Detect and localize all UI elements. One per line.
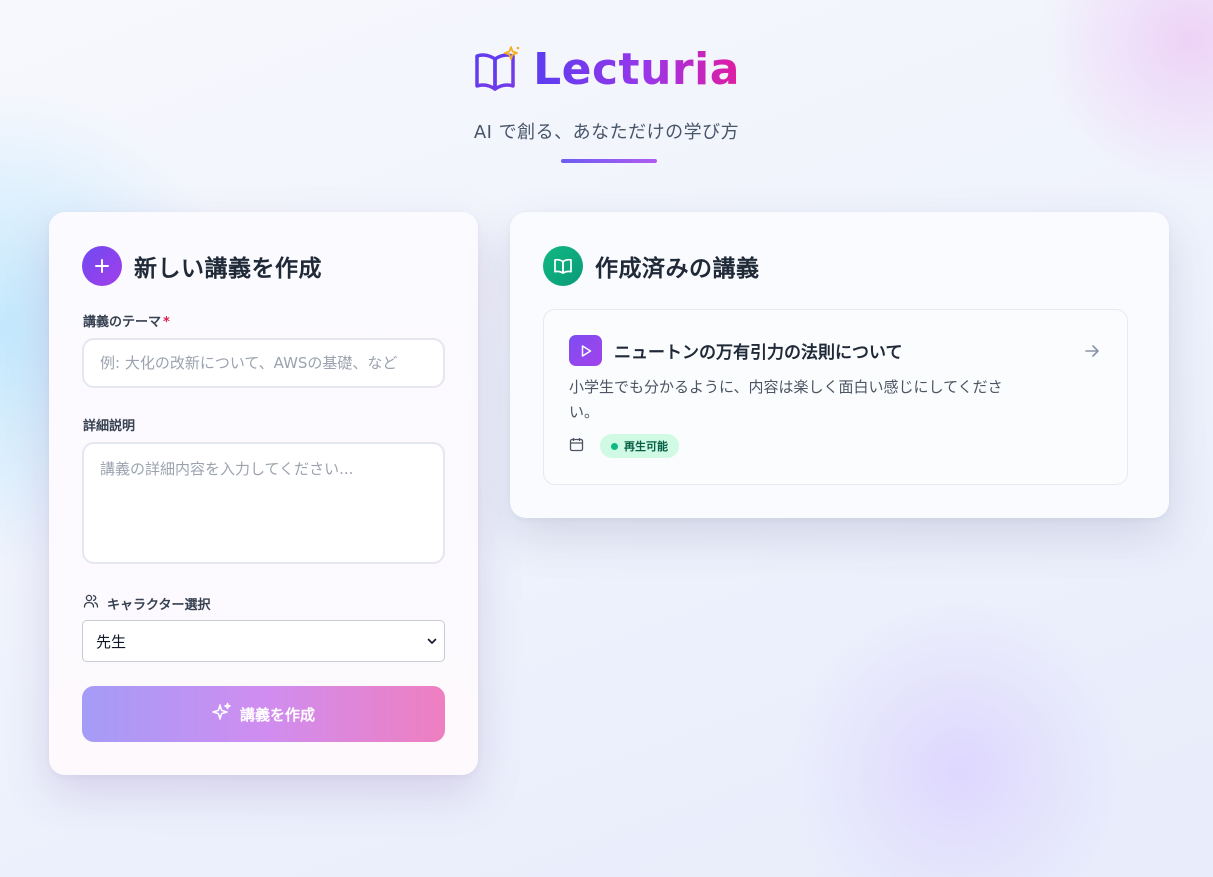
book-icon [543, 246, 583, 286]
theme-input[interactable] [82, 338, 445, 388]
create-lecture-card: 新しい講義を作成 講義のテーマ* 詳細説明 キャラクター選択 先生 講義を作成 [49, 212, 478, 775]
create-button-label: 講義を作成 [239, 705, 315, 724]
plus-icon [82, 246, 122, 286]
character-select-value: 先生 [96, 632, 127, 651]
theme-label-text: 講義のテーマ [83, 315, 162, 330]
list-card-header: 作成済みの講義 [543, 246, 760, 286]
create-card-title: 新しい講義を作成 [134, 256, 322, 282]
list-card-title: 作成済みの講義 [595, 256, 760, 282]
theme-label: 講義のテーマ * [83, 311, 170, 330]
arrow-right-icon[interactable] [1083, 342, 1101, 360]
required-mark: * [163, 315, 170, 330]
calendar-icon [569, 437, 584, 456]
lecture-description: 小学生でも分かるように、内容は楽しく面白い感じにしてください。 [569, 378, 1003, 421]
users-icon [83, 593, 99, 613]
character-label-text: キャラクター選択 [107, 597, 211, 613]
status-text: 再生可能 [624, 440, 668, 453]
create-lecture-button[interactable]: 講義を作成 [82, 686, 445, 742]
lecture-list-card: 作成済みの講義 ニュートンの万有引力の法則について 小学生でも分かるように、内容… [510, 212, 1169, 518]
lecture-meta: 再生可能 [569, 434, 679, 458]
character-select[interactable]: 先生 [82, 620, 445, 662]
lecture-item[interactable]: ニュートンの万有引力の法則について 小学生でも分かるように、内容は楽しく面白い感… [543, 309, 1128, 485]
app-title: Lecturia [533, 42, 740, 98]
status-badge: 再生可能 [600, 434, 679, 458]
character-label: キャラクター選択 [83, 593, 210, 613]
chevron-down-icon [426, 633, 438, 645]
sparkles-icon [212, 702, 232, 726]
detail-label: 詳細説明 [83, 419, 136, 434]
tagline: AI で創る、あなただけの学び方 [473, 122, 740, 143]
detail-textarea[interactable] [82, 442, 445, 564]
create-card-header: 新しい講義を作成 [82, 246, 322, 286]
play-icon[interactable] [569, 335, 602, 366]
lecture-title: ニュートンの万有引力の法則について [614, 343, 903, 363]
status-dot [611, 442, 618, 450]
open-book-sparkle-icon [473, 46, 521, 94]
tagline-underline [561, 159, 657, 163]
lecture-item-header: ニュートンの万有引力の法則について [569, 335, 903, 366]
brand-header: Lecturia [0, 42, 1213, 98]
